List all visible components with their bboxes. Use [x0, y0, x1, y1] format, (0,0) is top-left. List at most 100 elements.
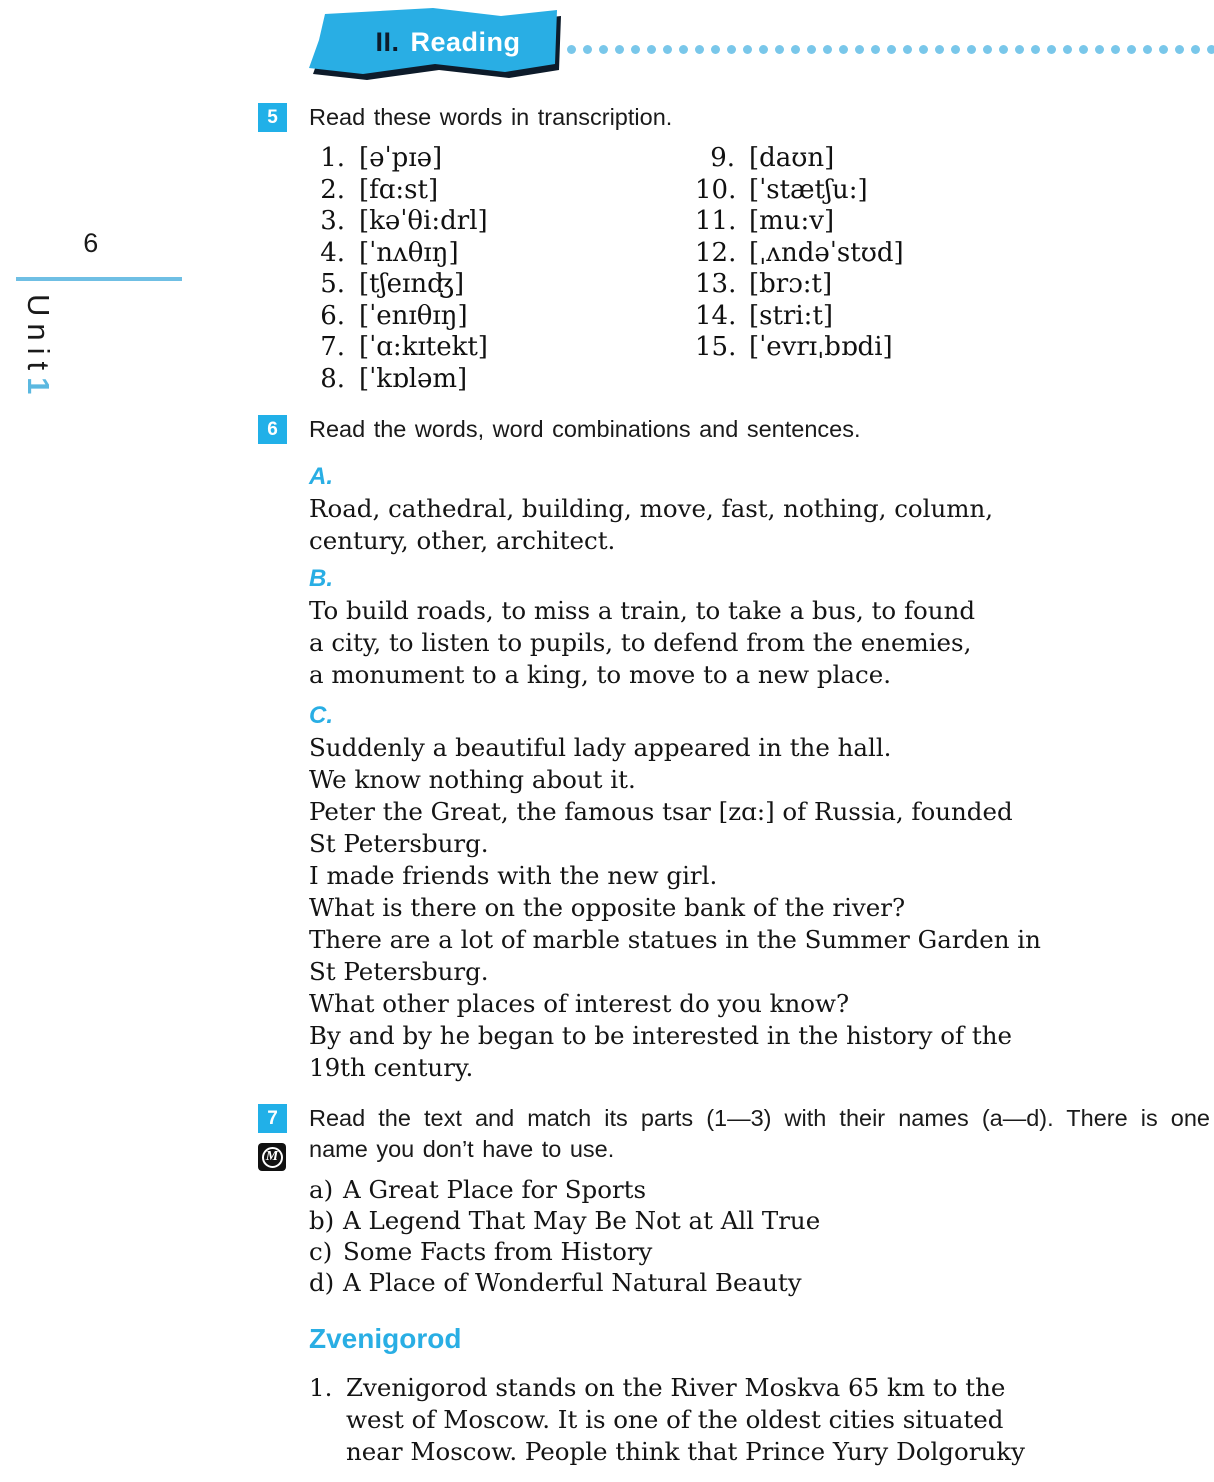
transcription-number: 12.: [695, 237, 737, 268]
transcription-item: 3. [kəˈθi:drl]: [305, 206, 635, 238]
text-line: There are a lot of marble statues in the…: [309, 925, 1041, 954]
list-item-key: c): [309, 1237, 333, 1266]
transcription-value: [tʃeɪnʤ]: [359, 269, 465, 299]
transcription-list-right: 9. [daʊn] 10. [ˈstætʃu:] 11. [mu:v] 12. [ˌʌndəˈ…: [695, 143, 1025, 364]
transcription-item: 14. [stri:t]: [695, 301, 1025, 333]
exercise-7-names-list: a) A Great Place for Sports b) A Legend Tha…: [309, 1174, 1208, 1298]
unit-label: Unit1: [20, 294, 56, 494]
transcription-item: 15. [ˈevrɪˌbɒdi]: [695, 332, 1025, 364]
transcription-list-left: 1. [əˈpɪə] 2. [fɑ:st] 3. [kəˈθi:drl] 4. [ˈnʌθɪŋ…: [305, 143, 635, 395]
transcription-value: [ˈkɒləm]: [359, 363, 468, 394]
list-item-label: A Place of Wonderful Natural Beauty: [343, 1268, 802, 1297]
text-line: St Petersburg.: [309, 957, 489, 986]
part-c-label: C.: [309, 702, 333, 729]
exercise-7-instruction: Read the text and match its parts (1—3) …: [309, 1105, 1210, 1162]
text-line: Suddenly a beautiful lady appeared in th…: [309, 733, 892, 762]
exercise-5-instruction: Read these words in transcription.: [309, 104, 673, 130]
transcription-item: 12. [ˌʌndəˈstʊd]: [695, 238, 1025, 270]
list-item: b) A Legend That May Be Not at All True: [309, 1205, 1208, 1236]
list-item-label: Some Facts from History: [343, 1237, 653, 1266]
list-item-key: d): [309, 1268, 335, 1297]
text-title-zvenigorod: Zvenigorod: [309, 1323, 462, 1354]
transcription-item: 5. [tʃeɪnʤ]: [305, 269, 635, 301]
transcription-value: [əˈpɪə]: [359, 143, 443, 173]
transcription-number: 14.: [695, 300, 737, 331]
transcription-value: [mu:v]: [749, 206, 835, 236]
transcription-number: 11.: [695, 206, 737, 236]
margin-rail: 6 Unit1: [0, 0, 255, 1482]
margin-divider-rule: [16, 277, 182, 281]
unit-label-word: Unit: [21, 294, 56, 378]
transcription-number: 9.: [710, 143, 735, 173]
transcription-item: 9. [daʊn]: [695, 143, 1025, 175]
transcription-value: [ˈevrɪˌbɒdi]: [749, 332, 893, 362]
transcription-item: 1. [əˈpɪə]: [305, 143, 635, 175]
transcription-item: 10. [ˈstætʃu:]: [695, 175, 1025, 207]
text-line: 19th century.: [309, 1053, 474, 1082]
transcription-value: [ˌʌndəˈstʊd]: [749, 237, 904, 268]
transcription-number: 15.: [695, 332, 737, 362]
text-line: We know nothing about it.: [309, 765, 636, 794]
text-line: What is there on the opposite bank of th…: [309, 893, 906, 922]
m-marker-icon: M: [258, 1143, 286, 1171]
transcription-number: 5.: [320, 269, 345, 299]
part-a-text: Road, cathedral, building, move, fast, n…: [309, 493, 1208, 557]
list-item: d) A Place of Wonderful Natural Beauty: [309, 1267, 1208, 1298]
text-line: I made friends with the new girl.: [309, 861, 718, 890]
text-line: a city, to listen to pupils, to defend f…: [309, 628, 972, 657]
transcription-item: 8. [ˈkɒləm]: [305, 364, 635, 396]
text-line: near Moscow. People think that Prince Yu…: [346, 1437, 1025, 1466]
text-line: Peter the Great, the famous tsar [zɑ:] o…: [309, 797, 1013, 826]
list-item-key: a): [309, 1175, 334, 1204]
m-marker-letter: M: [261, 1146, 283, 1168]
part-c-text: Suddenly a beautiful lady appeared in th…: [309, 732, 1208, 1084]
transcription-value: [brɔ:t]: [749, 269, 833, 299]
transcription-item: 6. [ˈenɪθɪŋ]: [305, 301, 635, 333]
text-line: century, other, architect.: [309, 526, 616, 555]
transcription-value: [daʊn]: [749, 143, 835, 173]
list-item-label: A Great Place for Sports: [343, 1175, 647, 1204]
transcription-item: 7. [ˈɑ:kɪtekt]: [305, 332, 635, 364]
transcription-item: 13. [brɔ:t]: [695, 269, 1025, 301]
part-b-text: To build roads, to miss a train, to take…: [309, 595, 1208, 691]
reading-paragraph-1: 1. Zvenigorod stands on the River Moskva…: [309, 1372, 1208, 1468]
text-line: By and by he began to be interested in t…: [309, 1021, 1012, 1050]
transcription-number: 6.: [320, 300, 345, 331]
transcription-value: [fɑ:st]: [359, 174, 439, 205]
transcription-value: [ˈenɪθɪŋ]: [359, 300, 468, 331]
text-line: What other places of interest do you kno…: [309, 989, 850, 1018]
list-item-label: A Legend That May Be Not at All True: [343, 1206, 821, 1235]
text-line: Zvenigorod stands on the River Moskva 65…: [346, 1373, 1006, 1402]
exercise-badge-7[interactable]: 7: [258, 1104, 287, 1133]
page-content: 5 Read these words in transcription. 1. […: [255, 0, 1214, 1482]
transcription-number: 10.: [695, 174, 737, 205]
text-line: a monument to a king, to move to a new p…: [309, 660, 892, 689]
transcription-number: 8.: [320, 363, 345, 394]
transcription-item: 11. [mu:v]: [695, 206, 1025, 238]
page-number: 6: [83, 228, 99, 258]
list-item-key: b): [309, 1206, 335, 1235]
text-line: Road, cathedral, building, move, fast, n…: [309, 494, 994, 523]
list-item: a) A Great Place for Sports: [309, 1174, 1208, 1205]
transcription-number: 2.: [320, 174, 345, 205]
text-line: To build roads, to miss a train, to take…: [309, 596, 976, 625]
paragraph-text: Zvenigorod stands on the River Moskva 65…: [346, 1372, 1208, 1468]
transcription-value: [ˈɑ:kɪtekt]: [359, 332, 488, 362]
transcription-number: 1.: [320, 143, 345, 173]
unit-label-digit: 1: [21, 377, 56, 402]
transcription-number: 3.: [320, 206, 345, 236]
exercise-badge-6[interactable]: 6: [258, 415, 287, 444]
list-item: c) Some Facts from History: [309, 1236, 1208, 1267]
transcription-value: [kəˈθi:drl]: [359, 206, 488, 236]
paragraph-number: 1.: [309, 1373, 333, 1402]
transcription-item: 4. [ˈnʌθɪŋ]: [305, 238, 635, 270]
part-b-label: B.: [309, 565, 333, 592]
transcription-number: 13.: [695, 269, 737, 299]
part-a-label: A.: [309, 463, 333, 490]
transcription-value: [ˈnʌθɪŋ]: [359, 237, 459, 268]
exercise-6-instruction: Read the words, word combinations and se…: [309, 416, 861, 442]
transcription-value: [ˈstætʃu:]: [749, 174, 868, 205]
exercise-badge-5[interactable]: 5: [258, 103, 287, 132]
transcription-value: [stri:t]: [749, 300, 834, 331]
text-line: west of Moscow. It is one of the oldest …: [346, 1405, 1004, 1434]
